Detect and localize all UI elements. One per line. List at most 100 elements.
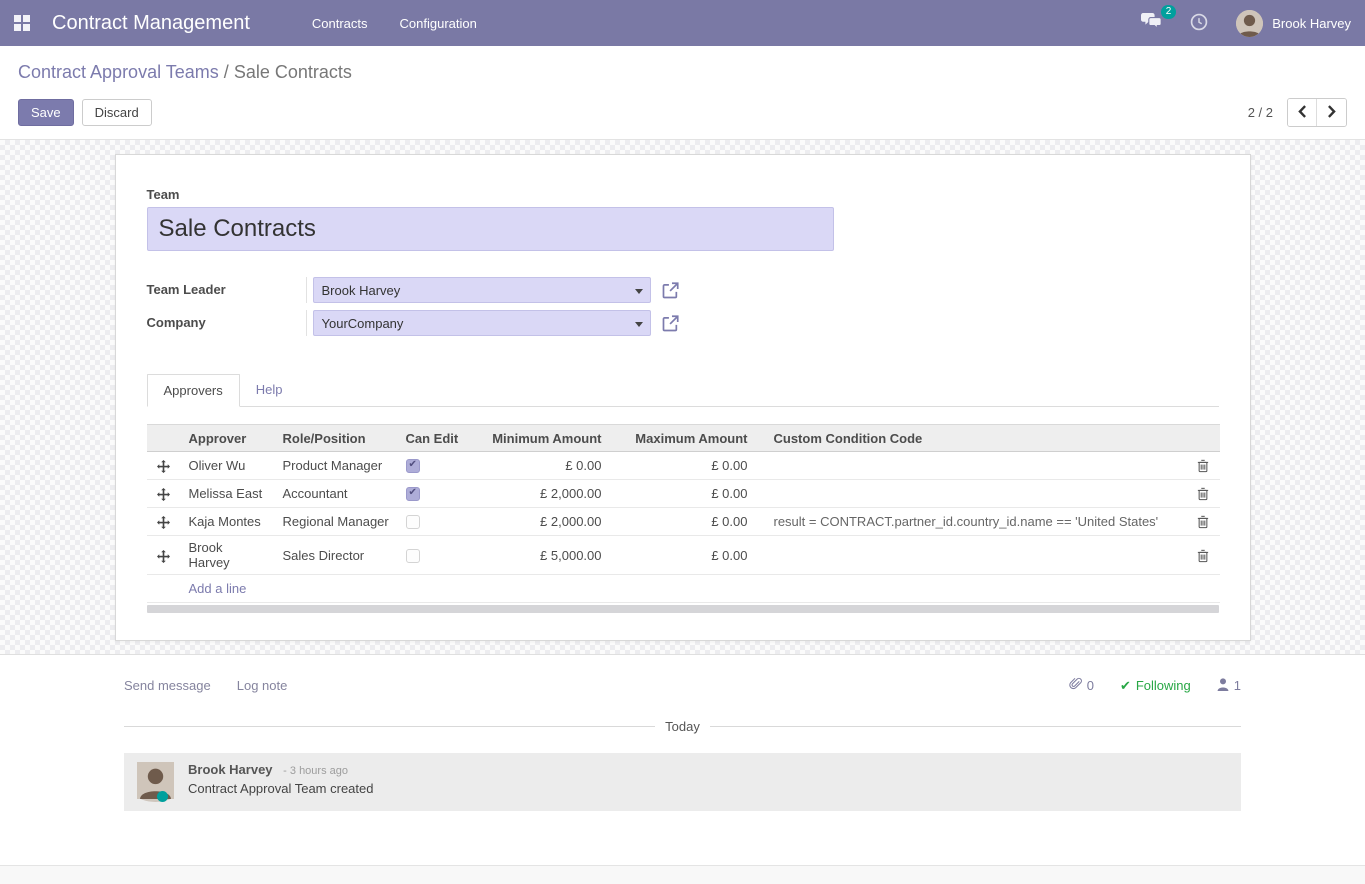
drag-handle-icon[interactable]	[157, 550, 170, 563]
max-amount-cell[interactable]: £ 0.00	[620, 536, 766, 575]
breadcrumb-separator: /	[224, 62, 234, 82]
condition-code-cell[interactable]	[766, 452, 1186, 480]
team-leader-select[interactable]: Brook Harvey	[313, 277, 651, 303]
min-amount-column-header[interactable]: Minimum Amount	[479, 425, 620, 452]
delete-row-icon[interactable]	[1197, 459, 1209, 473]
messages-count-badge: 2	[1161, 5, 1177, 19]
apps-menu-button[interactable]	[0, 0, 44, 46]
min-amount-cell[interactable]: £ 2,000.00	[479, 508, 620, 536]
max-amount-cell[interactable]: £ 0.00	[620, 452, 766, 480]
message-author[interactable]: Brook Harvey	[188, 762, 273, 777]
approver-cell[interactable]: Brook Harvey	[181, 536, 275, 575]
condition-code-cell[interactable]	[766, 480, 1186, 508]
top-menus: Contracts Configuration	[312, 16, 477, 31]
company-select[interactable]: YourCompany	[313, 310, 651, 336]
team-leader-label: Team Leader	[147, 277, 307, 303]
breadcrumb-parent-link[interactable]: Contract Approval Teams	[18, 62, 219, 82]
attachments-button[interactable]: 0	[1069, 677, 1094, 694]
team-field-label: Team	[147, 187, 1219, 202]
tab-help[interactable]: Help	[240, 374, 299, 406]
check-icon: ✔	[1120, 678, 1131, 694]
role-cell[interactable]: Accountant	[275, 480, 398, 508]
can-edit-cell[interactable]	[398, 536, 479, 575]
delete-row-icon[interactable]	[1197, 487, 1209, 501]
can-edit-checkbox[interactable]	[406, 487, 420, 501]
save-button[interactable]: Save	[18, 99, 74, 126]
table-row[interactable]: Kaja MontesRegional Manager £ 2,000.00£ 0…	[147, 508, 1220, 536]
send-message-button[interactable]: Send message	[124, 678, 211, 693]
max-amount-cell[interactable]: £ 0.00	[620, 480, 766, 508]
condition-code-cell[interactable]	[766, 536, 1186, 575]
table-horizontal-scrollbar[interactable]	[147, 605, 1219, 613]
online-status-dot	[157, 791, 168, 802]
min-amount-cell[interactable]: £ 5,000.00	[479, 536, 620, 575]
date-divider: Today	[124, 719, 1241, 734]
condition-code-cell[interactable]: result = CONTRACT.partner_id.country_id.…	[766, 508, 1186, 536]
can-edit-column-header[interactable]: Can Edit	[398, 425, 479, 452]
caret-down-icon	[635, 289, 643, 294]
team-name-input[interactable]	[147, 207, 834, 251]
table-row[interactable]: Oliver WuProduct Manager £ 0.00£ 0.00	[147, 452, 1220, 480]
apps-grid-icon	[14, 15, 30, 31]
team-leader-value: Brook Harvey	[322, 283, 401, 298]
table-row[interactable]: Melissa EastAccountant £ 2,000.00£ 0.00	[147, 480, 1220, 508]
messages-menu[interactable]: 2	[1141, 13, 1162, 33]
company-external-link-icon[interactable]	[662, 315, 679, 332]
role-column-header[interactable]: Role/Position	[275, 425, 398, 452]
table-row[interactable]: Brook HarveySales Director £ 5,000.00£ 0.…	[147, 536, 1220, 575]
field-group: Team Leader Brook Harvey Company YourCom…	[147, 277, 707, 336]
delete-row-icon[interactable]	[1197, 549, 1209, 563]
drag-handle-icon[interactable]	[157, 516, 170, 529]
menu-contracts[interactable]: Contracts	[312, 16, 368, 31]
pager-previous-button[interactable]	[1288, 99, 1317, 126]
tab-approvers[interactable]: Approvers	[147, 374, 240, 407]
record-pager: 2 / 2	[1248, 98, 1347, 127]
handle-column-header	[147, 425, 181, 452]
approver-table-body: Oliver WuProduct Manager£ 0.00£ 0.00Meli…	[147, 452, 1220, 575]
role-cell[interactable]: Regional Manager	[275, 508, 398, 536]
approver-cell[interactable]: Oliver Wu	[181, 452, 275, 480]
add-line-row[interactable]: Add a line	[147, 575, 1220, 603]
can-edit-checkbox[interactable]	[406, 459, 420, 473]
discard-button[interactable]: Discard	[82, 99, 152, 126]
can-edit-checkbox[interactable]	[406, 515, 420, 529]
min-amount-cell[interactable]: £ 0.00	[479, 452, 620, 480]
user-menu[interactable]: Brook Harvey	[1236, 10, 1351, 37]
form-sheet: Team Team Leader Brook Harvey Company	[115, 154, 1251, 641]
role-cell[interactable]: Sales Director	[275, 536, 398, 575]
page-footer-strip	[0, 865, 1365, 884]
menu-configuration[interactable]: Configuration	[400, 16, 477, 31]
max-amount-column-header[interactable]: Maximum Amount	[620, 425, 766, 452]
chatter: Send message Log note 0 ✔ Following	[124, 655, 1241, 811]
chat-bubbles-icon	[1141, 13, 1162, 33]
date-divider-label: Today	[665, 719, 700, 734]
approver-cell[interactable]: Melissa East	[181, 480, 275, 508]
approvers-table: Approver Role/Position Can Edit Minimum …	[147, 424, 1219, 613]
app-title[interactable]: Contract Management	[52, 12, 250, 35]
min-amount-cell[interactable]: £ 2,000.00	[479, 480, 620, 508]
can-edit-cell[interactable]	[398, 452, 479, 480]
following-label: Following	[1136, 678, 1191, 693]
role-cell[interactable]: Product Manager	[275, 452, 398, 480]
max-amount-cell[interactable]: £ 0.00	[620, 508, 766, 536]
activities-menu[interactable]	[1190, 13, 1208, 34]
can-edit-cell[interactable]	[398, 508, 479, 536]
can-edit-cell[interactable]	[398, 480, 479, 508]
notebook-tabs: Approvers Help	[147, 374, 1219, 407]
delete-row-icon[interactable]	[1197, 515, 1209, 529]
caret-down-icon	[635, 322, 643, 327]
followers-button[interactable]: 1	[1217, 678, 1241, 694]
log-note-button[interactable]: Log note	[237, 678, 288, 693]
drag-handle-icon[interactable]	[157, 488, 170, 501]
pager-next-button[interactable]	[1317, 99, 1346, 126]
drag-handle-icon[interactable]	[157, 460, 170, 473]
following-button[interactable]: ✔ Following	[1120, 678, 1191, 694]
can-edit-checkbox[interactable]	[406, 549, 420, 563]
approver-column-header[interactable]: Approver	[181, 425, 275, 452]
approver-cell[interactable]: Kaja Montes	[181, 508, 275, 536]
condition-column-header[interactable]: Custom Condition Code	[766, 425, 1186, 452]
team-leader-external-link-icon[interactable]	[662, 282, 679, 299]
form-view-background: Team Team Leader Brook Harvey Company	[0, 140, 1365, 655]
chatter-message: Brook Harvey - 3 hours ago Contract Appr…	[124, 753, 1241, 811]
add-line-link[interactable]: Add a line	[147, 575, 1220, 603]
